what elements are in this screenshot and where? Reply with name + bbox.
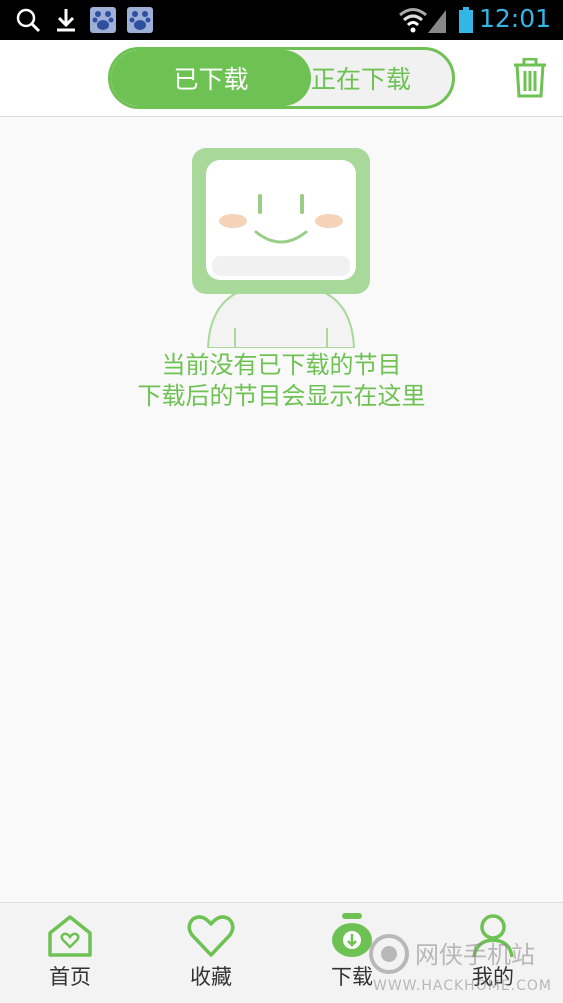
nav-label-favorites: 收藏 xyxy=(190,965,232,989)
clock: 12:01 xyxy=(478,4,551,33)
tv-mascot-illustration xyxy=(190,148,372,349)
empty-message: 当前没有已下载的节目 下载后的节目会显示在这里 xyxy=(0,350,563,412)
home-icon xyxy=(45,913,95,958)
wifi-signal-icon xyxy=(398,6,448,34)
baidu-app-icon xyxy=(89,6,117,34)
heart-icon xyxy=(186,913,236,958)
download-tabs: 已下载 正在下载 xyxy=(108,47,455,109)
battery-icon xyxy=(458,6,474,34)
trash-icon[interactable] xyxy=(512,57,548,98)
watermark-text: 网侠手机站 xyxy=(415,941,535,969)
empty-message-line-2: 下载后的节目会显示在这里 xyxy=(137,382,426,410)
top-bar: 已下载 正在下载 xyxy=(0,40,563,117)
watermark-url: WWW.HACKHOME.COM xyxy=(373,978,552,994)
download-notification-icon xyxy=(54,6,78,34)
tab-downloading[interactable]: 正在下载 xyxy=(311,50,451,106)
baidu-app-icon-2 xyxy=(126,6,154,34)
empty-message-line-1: 当前没有已下载的节目 xyxy=(161,351,402,379)
nav-item-home[interactable]: 首页 xyxy=(0,903,140,1003)
hackhome-watermark: 网侠手机站 WWW.HACKHOME.COM xyxy=(365,930,563,1000)
status-bar: 12:01 xyxy=(0,0,563,40)
nav-item-favorites[interactable]: 收藏 xyxy=(141,903,281,1003)
search-icon xyxy=(14,6,42,34)
nav-label-home: 首页 xyxy=(49,965,91,989)
tab-downloaded[interactable]: 已下载 xyxy=(111,50,311,106)
